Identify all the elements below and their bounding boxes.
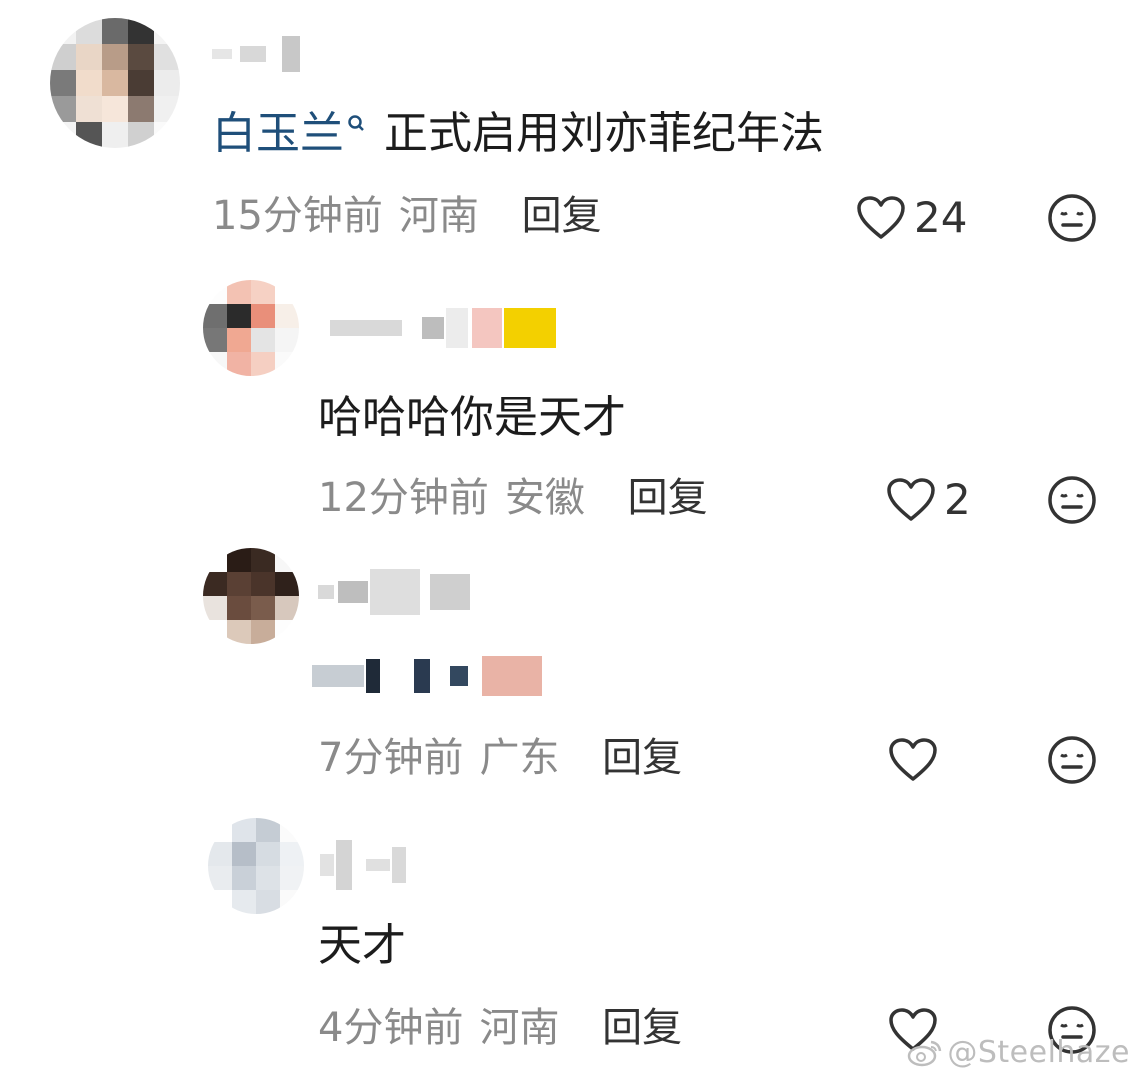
comment-location: 河南: [479, 1005, 560, 1051]
meh-face-icon[interactable]: [1046, 734, 1098, 786]
heart-outline-icon: [889, 738, 937, 781]
heart-outline-icon: [857, 196, 905, 239]
comment-text: 天才: [318, 920, 406, 971]
comment-time: 7分钟前: [318, 735, 464, 781]
meh-face-icon[interactable]: [1046, 474, 1098, 526]
comment-location: 广东: [479, 735, 560, 781]
search-icon: [348, 115, 364, 131]
heart-outline-icon: [887, 478, 935, 521]
avatar[interactable]: [203, 280, 299, 376]
watermark-text: @Steelhaze: [947, 1035, 1130, 1070]
comment-body: 正式启用刘亦菲纪年法: [384, 108, 824, 159]
reply-button[interactable]: 回复: [602, 1005, 682, 1051]
reply-button[interactable]: 回复: [628, 475, 708, 521]
comment-time: 4分钟前: [318, 1005, 464, 1051]
comment-meta: 7分钟前 广东 回复: [318, 734, 682, 782]
like-button[interactable]: 24: [856, 188, 967, 248]
weibo-logo-icon: [908, 1040, 942, 1066]
like-button[interactable]: 2: [886, 470, 971, 530]
comment-text: 哈哈哈你是天才: [318, 392, 626, 443]
username-redacted[interactable]: [212, 36, 300, 72]
comment-time: 15分钟前: [212, 193, 383, 239]
username-redacted[interactable]: [330, 300, 556, 356]
watermark: @Steelhaze: [907, 1035, 1130, 1070]
comment-text: 白玉兰 正式启用刘亦菲纪年法: [212, 108, 824, 160]
avatar[interactable]: [208, 818, 304, 914]
comment-location: 安徽: [504, 475, 585, 521]
like-button[interactable]: [888, 730, 938, 790]
username-redacted[interactable]: [318, 566, 470, 618]
comment-meta: 4分钟前 河南 回复: [318, 1004, 682, 1052]
like-count: 2: [944, 475, 971, 524]
reply-button[interactable]: 回复: [602, 735, 682, 781]
avatar[interactable]: [203, 548, 299, 644]
comment-text-redacted: [312, 656, 542, 696]
meh-face-icon[interactable]: [1046, 192, 1098, 244]
comment-location: 河南: [398, 193, 479, 239]
mention-link[interactable]: 白玉兰: [212, 108, 370, 159]
comment-meta: 15分钟前 河南 回复: [212, 192, 602, 240]
comment-meta: 12分钟前 安徽 回复: [318, 474, 708, 522]
reply-button[interactable]: 回复: [522, 193, 602, 239]
username-redacted[interactable]: [320, 840, 406, 890]
comment-time: 12分钟前: [318, 475, 489, 521]
avatar[interactable]: [50, 18, 180, 148]
like-count: 24: [914, 193, 968, 242]
